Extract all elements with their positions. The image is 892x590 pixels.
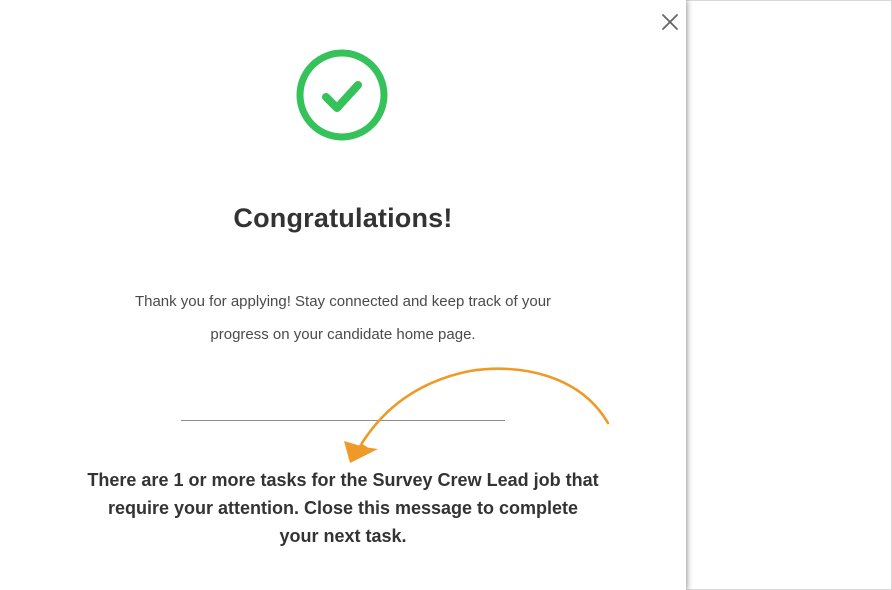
dialog-title: Congratulations!	[233, 203, 453, 233]
tasks-line: your next task.	[279, 526, 407, 546]
close-button[interactable]	[657, 9, 683, 35]
pending-tasks-message: There are 1 or more tasks for the Survey…	[20, 466, 666, 550]
success-dialog: Congratulations! Thank you for applying!…	[0, 0, 686, 590]
close-icon	[662, 14, 678, 30]
message-line: progress on your candidate home page.	[210, 326, 476, 343]
curved-arrow-icon	[344, 367, 610, 463]
tasks-line: require your attention. Close this messa…	[107, 498, 579, 518]
confirmation-message: Thank you for applying! Stay connected a…	[60, 285, 626, 351]
check-circle-icon	[296, 49, 388, 141]
message-line: Thank you for applying! Stay connected a…	[134, 293, 552, 310]
